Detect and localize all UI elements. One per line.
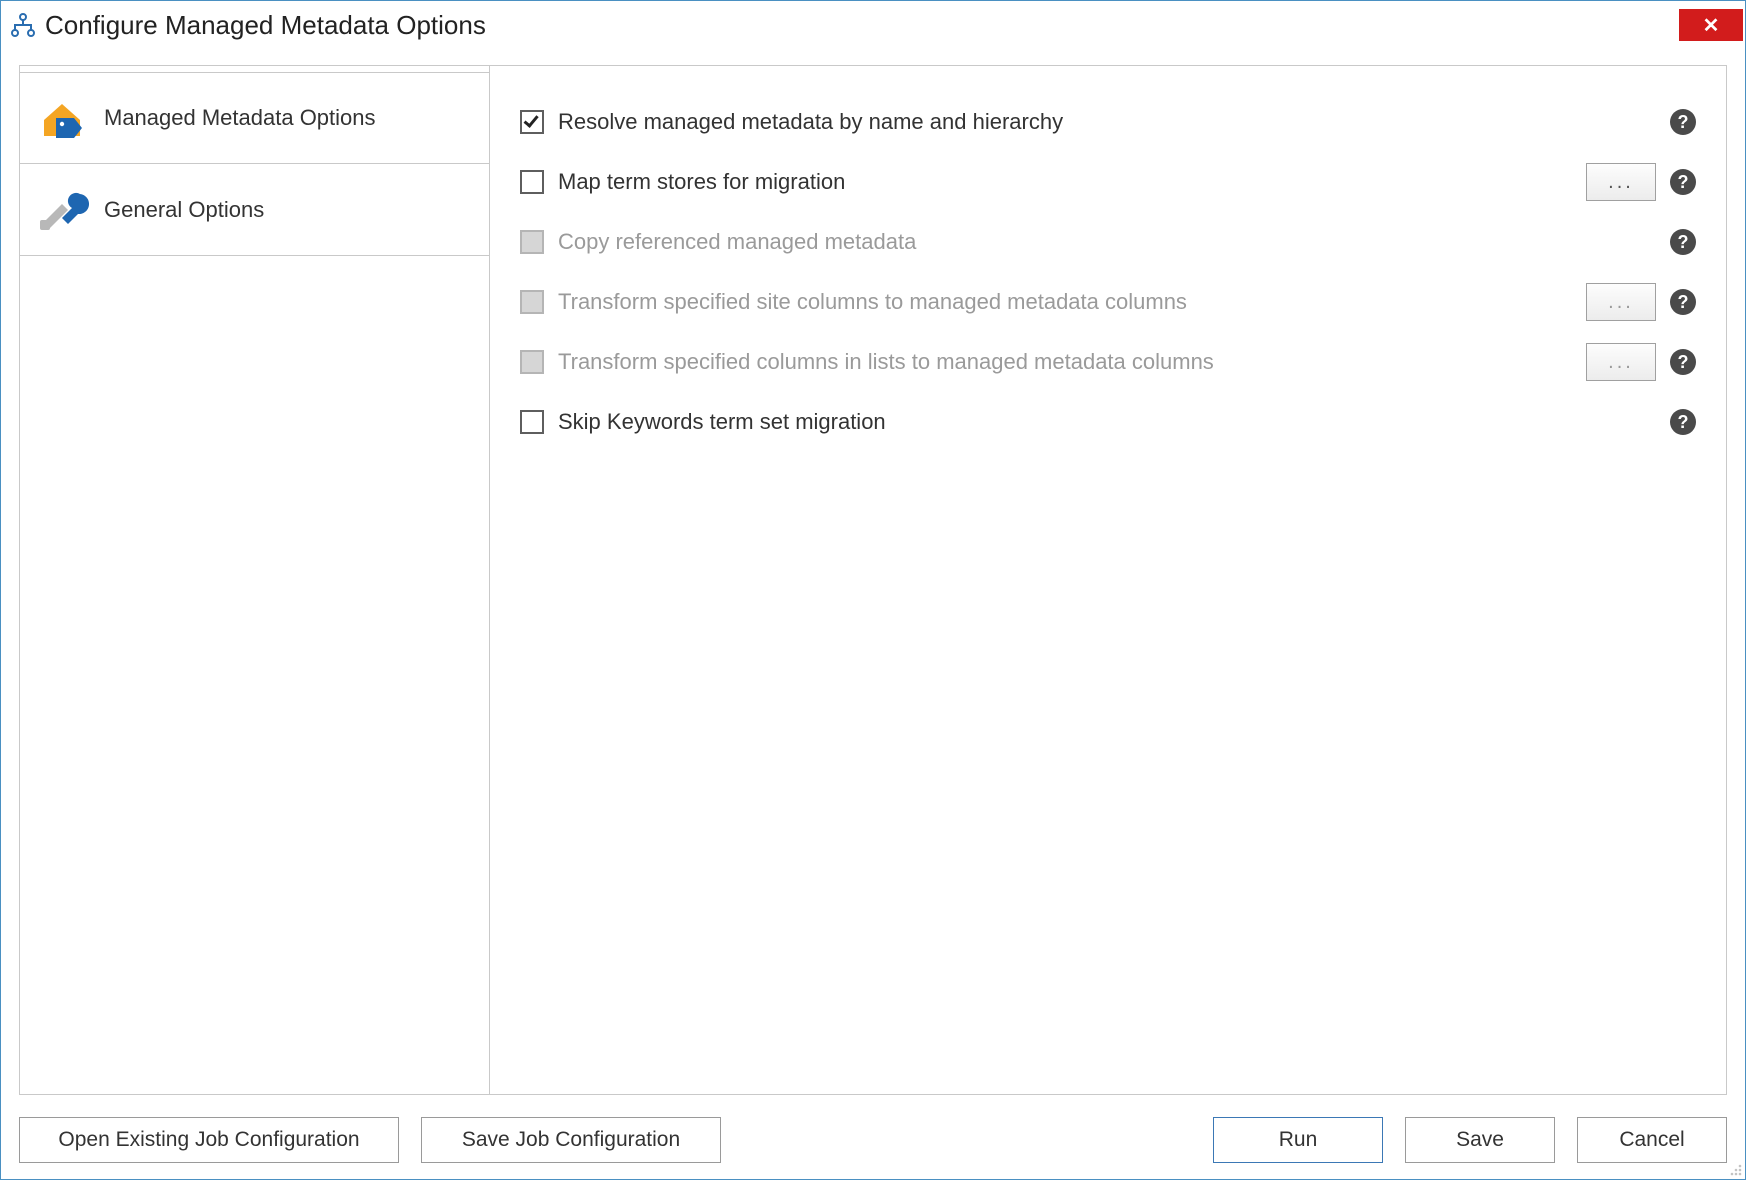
option-transform-list-columns: Transform specified columns in lists to … <box>520 332 1696 392</box>
dialog-window: Configure Managed Metadata Options ✕ Man… <box>0 0 1746 1180</box>
help-icon[interactable]: ? <box>1670 289 1696 315</box>
checkbox-resolve-by-name[interactable] <box>520 110 544 134</box>
checkbox-transform-list-columns <box>520 350 544 374</box>
help-icon[interactable]: ? <box>1670 229 1696 255</box>
main-panel: Managed Metadata Options General Options <box>19 65 1727 1095</box>
save-button[interactable]: Save <box>1405 1117 1555 1163</box>
titlebar: Configure Managed Metadata Options ✕ <box>1 1 1745 49</box>
option-copy-referenced: Copy referenced managed metadata ? <box>520 212 1696 272</box>
option-map-term-stores: Map term stores for migration ... ? <box>520 152 1696 212</box>
help-icon[interactable]: ? <box>1670 409 1696 435</box>
resize-grip-icon[interactable] <box>1726 1160 1744 1178</box>
close-button[interactable]: ✕ <box>1679 9 1743 41</box>
tab-managed-metadata[interactable]: Managed Metadata Options <box>19 72 490 164</box>
help-icon[interactable]: ? <box>1670 349 1696 375</box>
checkbox-skip-keywords[interactable] <box>520 410 544 434</box>
cancel-button[interactable]: Cancel <box>1577 1117 1727 1163</box>
option-skip-keywords: Skip Keywords term set migration ? <box>520 392 1696 452</box>
tab-general-options[interactable]: General Options <box>19 164 490 256</box>
option-label: Transform specified site columns to mana… <box>558 289 1187 315</box>
run-button[interactable]: Run <box>1213 1117 1383 1163</box>
close-icon: ✕ <box>1703 13 1720 38</box>
option-label: Transform specified columns in lists to … <box>558 349 1214 375</box>
option-transform-site-columns: Transform specified site columns to mana… <box>520 272 1696 332</box>
option-resolve-by-name: Resolve managed metadata by name and hie… <box>520 92 1696 152</box>
side-tabs: Managed Metadata Options General Options <box>20 66 490 1094</box>
option-label: Copy referenced managed metadata <box>558 229 916 255</box>
options-pane: Resolve managed metadata by name and hie… <box>489 66 1726 1094</box>
help-icon[interactable]: ? <box>1670 169 1696 195</box>
window-title: Configure Managed Metadata Options <box>45 10 1679 41</box>
tab-label: Managed Metadata Options <box>104 105 376 131</box>
tab-label: General Options <box>104 197 264 223</box>
checkbox-copy-referenced <box>520 230 544 254</box>
browse-button-transform-list-columns: ... <box>1586 343 1656 381</box>
hierarchy-icon <box>9 11 37 39</box>
browse-button-map-term-stores[interactable]: ... <box>1586 163 1656 201</box>
option-label: Skip Keywords term set migration <box>558 409 886 435</box>
help-icon[interactable]: ? <box>1670 109 1696 135</box>
tools-icon <box>34 186 90 234</box>
option-label: Resolve managed metadata by name and hie… <box>558 109 1063 135</box>
checkbox-map-term-stores[interactable] <box>520 170 544 194</box>
house-tag-icon <box>34 94 90 142</box>
save-config-button[interactable]: Save Job Configuration <box>421 1117 721 1163</box>
option-label: Map term stores for migration <box>558 169 845 195</box>
checkbox-transform-site-columns <box>520 290 544 314</box>
footer-buttons: Open Existing Job Configuration Save Job… <box>19 1095 1727 1167</box>
open-config-button[interactable]: Open Existing Job Configuration <box>19 1117 399 1163</box>
browse-button-transform-site-columns: ... <box>1586 283 1656 321</box>
dialog-body: Managed Metadata Options General Options <box>1 49 1745 1179</box>
